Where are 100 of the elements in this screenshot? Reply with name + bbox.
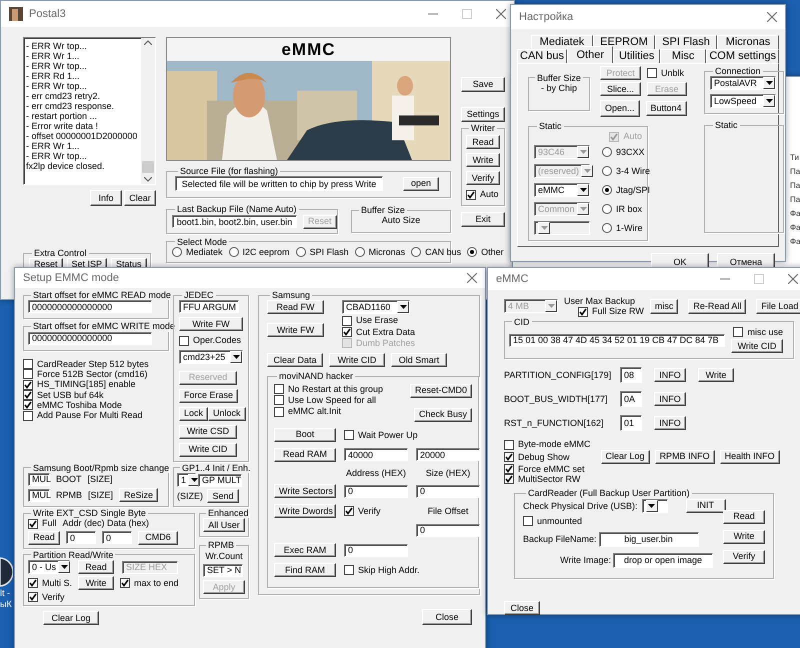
checkbox[interactable] [344,430,354,440]
dropdown[interactable] [642,498,668,513]
button[interactable]: Boot [274,428,336,442]
button[interactable]: Settings [461,107,505,122]
radio-button[interactable] [354,247,365,258]
button[interactable]: Clear Data [267,353,323,368]
button[interactable]: Write FW [179,317,243,332]
button[interactable]: Read [466,135,500,150]
text-field[interactable]: 0 [416,524,480,538]
checkbox[interactable] [179,336,189,346]
button[interactable]: Clear Log [600,450,650,464]
scroll-down-icon[interactable] [144,177,152,182]
tab[interactable]: EEPROM [593,35,655,49]
radio-button[interactable] [602,184,612,195]
checkbox[interactable] [342,316,352,326]
text-field[interactable]: 0 [344,544,408,557]
checkbox[interactable] [23,410,33,421]
button[interactable]: Write [466,153,500,168]
checkbox[interactable] [23,358,33,369]
radio-button[interactable] [228,247,239,258]
dropdown[interactable]: 1 [177,473,196,488]
button[interactable]: Read FW [267,300,324,314]
radio-button[interactable] [411,247,422,258]
text-field[interactable]: 0A [620,391,642,408]
radio-button[interactable] [467,247,478,258]
button[interactable]: Old Smart [391,353,447,368]
button[interactable]: Verify [466,171,500,186]
checkbox[interactable] [28,592,38,602]
checkbox[interactable] [504,452,514,462]
button[interactable]: CMD6 [138,530,178,545]
button[interactable]: ReSize [119,488,158,502]
text-field[interactable]: MUL [28,488,50,502]
button[interactable]: Find RAM [274,563,336,578]
button[interactable]: Write CID [179,442,237,457]
checkbox[interactable] [23,390,33,400]
text-field[interactable]: 0000000000000000 [28,300,152,314]
button[interactable]: Exit [461,212,505,227]
button[interactable]: INFO [654,392,686,406]
checkbox[interactable] [523,516,533,526]
button[interactable]: Check Busy [414,408,472,422]
button[interactable]: File Load [756,298,800,314]
button[interactable]: RPMB INFO [654,450,715,464]
log-list[interactable] [23,37,156,185]
text-field[interactable]: Selected file will be written to chip by press Write [175,176,383,192]
text-field[interactable]: MUL [28,473,50,486]
tab[interactable]: COM settings [706,49,779,63]
dropdown[interactable]: cmd23+25 [179,350,243,364]
dropdown[interactable]: CBAD1160 [342,300,410,314]
checkbox[interactable] [274,384,284,394]
text-field[interactable]: 20000 [416,448,480,462]
text-field[interactable]: 0 [102,531,132,544]
button[interactable]: Write [723,530,765,544]
checkbox[interactable] [28,578,38,588]
button[interactable]: Write [698,368,734,382]
button[interactable]: INFO [654,368,686,382]
text-field[interactable]: drop or open image [613,553,713,568]
button[interactable]: Re-Read All [688,298,746,314]
text-field[interactable]: 01 [620,415,642,432]
button[interactable]: Lock [179,406,208,421]
dropdown[interactable]: LowSpeed [710,94,776,108]
button[interactable]: Read [28,530,60,545]
button[interactable]: Save [461,77,505,92]
desktop-icon[interactable] [0,556,13,588]
radio-button[interactable] [602,204,612,214]
button[interactable]: Info [90,190,122,206]
button[interactable]: Write Sectors [274,484,336,498]
radio-button[interactable] [172,247,182,258]
close-icon[interactable] [767,12,777,22]
text-field[interactable]: 40000 [344,448,408,462]
checkbox[interactable] [504,440,514,450]
checkbox[interactable] [733,327,744,338]
text-field[interactable]: 0 [66,531,96,544]
checkbox[interactable] [466,190,476,200]
button[interactable]: Send [207,489,239,504]
button[interactable]: Exec RAM [274,543,336,558]
button[interactable]: INFO [654,416,686,430]
scrollbar-thumb[interactable] [142,161,154,173]
button[interactable]: misc [650,298,678,314]
button[interactable]: Write FW [267,323,324,338]
button[interactable]: Write CSD [179,424,237,439]
checkbox[interactable] [274,395,284,406]
button[interactable]: Close [504,601,540,616]
button[interactable]: Health INFO [720,450,780,464]
text-field[interactable]: FFU ARGUM [179,300,239,314]
checkbox[interactable] [504,474,514,484]
checkbox[interactable] [578,306,588,317]
button[interactable]: All User [203,518,245,532]
checkbox[interactable] [344,506,354,516]
button[interactable]: Button4 [646,101,687,116]
text-field[interactable]: 0 [344,484,408,498]
button[interactable]: Verify [723,550,765,564]
checkbox[interactable] [647,68,658,78]
close-icon[interactable] [496,9,506,19]
button[interactable]: Reset-CMD0 [410,384,472,398]
checkbox[interactable] [504,464,514,474]
checkbox[interactable] [274,406,284,417]
close-icon[interactable] [788,274,798,284]
text-field[interactable]: 0000000000000000 [28,332,152,345]
dropdown[interactable]: PostalAVR [710,76,776,90]
text-field[interactable]: 0 [416,484,480,498]
